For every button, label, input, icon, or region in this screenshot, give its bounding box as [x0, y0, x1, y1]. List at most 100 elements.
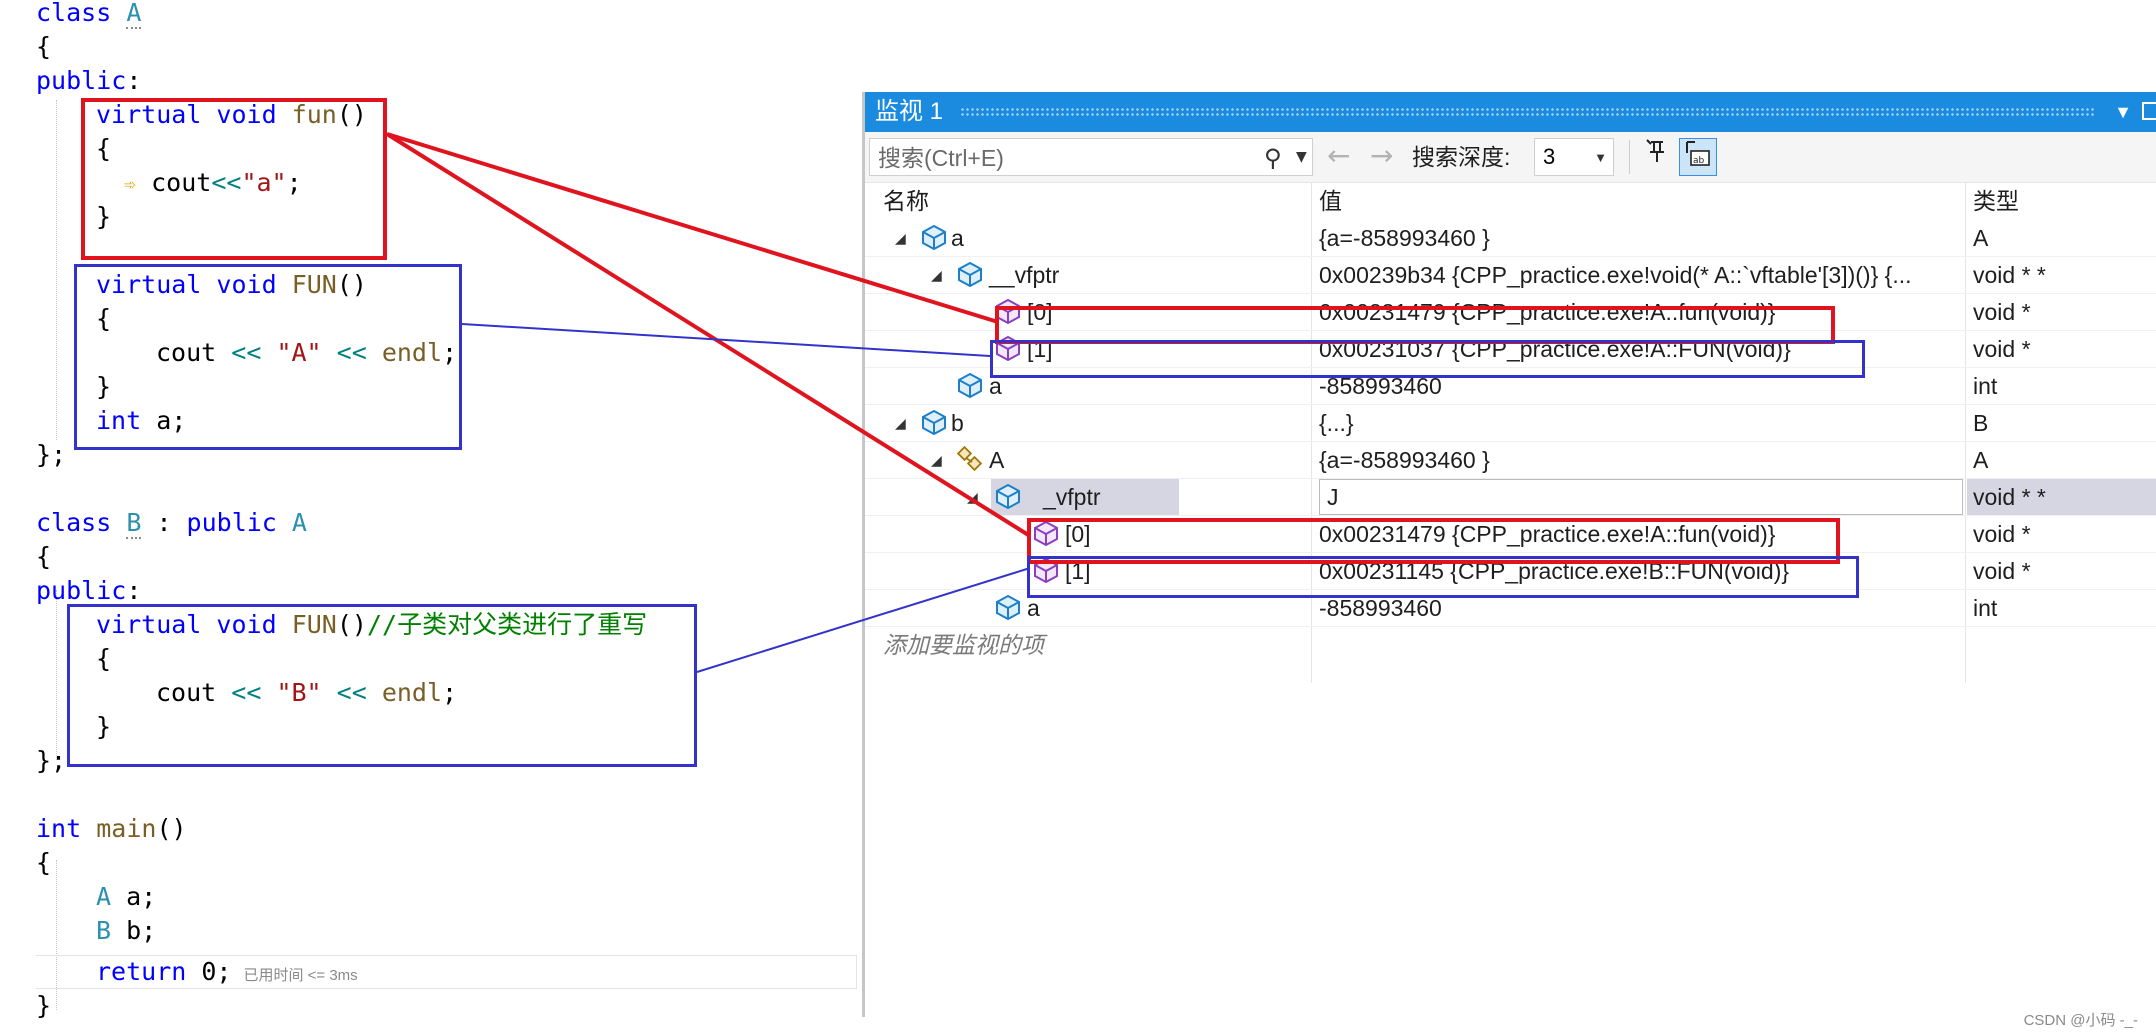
collapse-triangle-icon[interactable]: ◢ [967, 479, 978, 516]
pin-icon[interactable] [2142, 102, 2156, 120]
watch-type: A [1973, 225, 1989, 251]
watch-value[interactable]: J [1327, 479, 1339, 516]
code-line: { [36, 32, 52, 61]
function-name: main [96, 814, 157, 843]
watch-type: void * * [1973, 484, 2046, 510]
watch-value[interactable]: {a=-858993460 } [1319, 442, 1490, 479]
search-options-dropdown-icon[interactable]: ▼ [1296, 144, 1307, 170]
collapse-triangle-icon[interactable]: ◢ [931, 442, 942, 479]
cube-icon [996, 594, 1020, 620]
search-previous-arrow-icon[interactable]: ← [1327, 140, 1350, 172]
raw-view-button[interactable]: ab [1679, 138, 1717, 176]
collapse-triangle-icon[interactable]: ◢ [931, 257, 942, 294]
code-line: } [36, 991, 52, 1020]
cube-icon [958, 261, 982, 287]
watch-name: __vfptr [989, 262, 1060, 288]
watch-row[interactable]: ◢ A {a=-858993460 } A [865, 442, 2156, 479]
watch-row-selected[interactable]: ◢ _vfptr J void * * [865, 479, 2156, 516]
column-header-type[interactable]: 类型 [1973, 183, 2019, 219]
keyword: return [96, 957, 187, 986]
drag-grip[interactable] [960, 107, 2096, 117]
annotation-box-blue [67, 604, 697, 767]
watch-row[interactable]: ◢ __vfptr 0x00239b34 {CPP_practice.exe!v… [865, 257, 2156, 294]
search-icon[interactable]: ⚲ [1264, 144, 1282, 172]
watch-row[interactable]: ◢ b {...} B [865, 405, 2156, 442]
code-line: A a; [96, 880, 156, 914]
class-name: B [126, 508, 142, 539]
class-name: A [126, 0, 142, 29]
watch-type: void * [1973, 521, 2031, 547]
watch-name: _vfptr [1043, 484, 1101, 510]
cube-icon [996, 483, 1020, 509]
keyword: class [36, 0, 112, 27]
annotation-box-blue [1027, 556, 1859, 598]
search-next-arrow-icon[interactable]: → [1370, 140, 1393, 172]
keyword: public [186, 508, 277, 537]
annotation-box-red [995, 306, 1835, 344]
class-name: A [291, 508, 307, 537]
collapse-triangle-icon[interactable]: ◢ [895, 405, 906, 442]
code-line: }; [36, 746, 67, 775]
value-edit-box[interactable] [1319, 479, 1963, 515]
watch-toolbar: ⚲ ▼ ← → 搜索深度: 3 ▼ ab [865, 132, 2156, 183]
code-line: { [36, 542, 52, 571]
watch-title: 监视 1 [875, 98, 944, 125]
punct: : [126, 576, 142, 605]
search-depth-label: 搜索深度: [1412, 144, 1511, 170]
search-input[interactable] [876, 143, 1240, 173]
watch-type: void * * [1973, 262, 2046, 288]
indent-guide [56, 100, 57, 440]
pin-filter-icon [1646, 139, 1664, 162]
code-line: class B : public A [36, 506, 307, 540]
toolbar-separator [1629, 140, 1630, 174]
search-depth-select[interactable]: 3 ▼ [1534, 138, 1614, 176]
identifier: 0; [186, 957, 232, 986]
code-line: return 0; 已用时间 <= 3ms [96, 955, 358, 989]
watch-name: b [951, 410, 964, 436]
column-header-value[interactable]: 值 [1319, 183, 1342, 219]
annotation-box-blue [74, 264, 462, 450]
punct: () [156, 814, 187, 843]
add-watch-placeholder[interactable]: 添加要监视的项 [883, 627, 1044, 664]
code-line: }; [36, 440, 67, 469]
cube-icon [922, 409, 946, 435]
watch-name: A [989, 447, 1005, 473]
svg-text:ab: ab [1693, 156, 1705, 166]
type-name: B [96, 916, 112, 945]
keyword: int [36, 814, 82, 843]
code-line: int main() [36, 812, 187, 846]
watch-type: A [1973, 447, 1989, 473]
watch-type: void * [1973, 336, 2031, 362]
watermark: CSDN @小码 -_- [2023, 1012, 2138, 1029]
chevron-down-icon: ▼ [1594, 150, 1607, 165]
watch-type: void * [1973, 299, 2031, 325]
code-line: public: [36, 574, 141, 608]
search-box[interactable]: ⚲ ▼ [869, 138, 1313, 176]
window-menu-dropdown-icon[interactable]: ▼ [2114, 92, 2132, 132]
perf-tip[interactable]: 已用时间 <= 3ms [243, 967, 357, 984]
collapse-triangle-icon[interactable]: ◢ [895, 220, 906, 257]
cube-icon [958, 372, 982, 398]
base-class-icon [957, 446, 983, 472]
punct: : [126, 66, 142, 95]
annotation-box-red [81, 98, 387, 260]
watch-type: int [1973, 373, 1998, 399]
column-header-name[interactable]: 名称 [883, 183, 929, 219]
cube-icon [922, 224, 946, 250]
indent-guide [56, 590, 57, 760]
identifier: a; [111, 882, 157, 911]
watch-type: int [1973, 595, 1998, 621]
code-line: class A [36, 0, 142, 30]
watch-value[interactable]: {...} [1319, 405, 1354, 442]
watch-row[interactable]: ◢ a {a=-858993460 } A [865, 220, 2156, 257]
watch-name: a [951, 225, 964, 251]
search-depth-value: 3 [1543, 144, 1556, 169]
watch-type: B [1973, 410, 1989, 436]
keyword: public [36, 576, 127, 605]
watch-value[interactable]: 0x00239b34 {CPP_practice.exe!void(* A::`… [1319, 257, 1912, 294]
watch-type: void * [1973, 558, 2031, 584]
watch-title-bar[interactable]: 监视 1 ▼ [865, 92, 2156, 132]
filter-pin-button[interactable] [1639, 138, 1677, 176]
watch-value[interactable]: {a=-858993460 } [1319, 220, 1490, 257]
annotation-box-blue [990, 340, 1865, 378]
